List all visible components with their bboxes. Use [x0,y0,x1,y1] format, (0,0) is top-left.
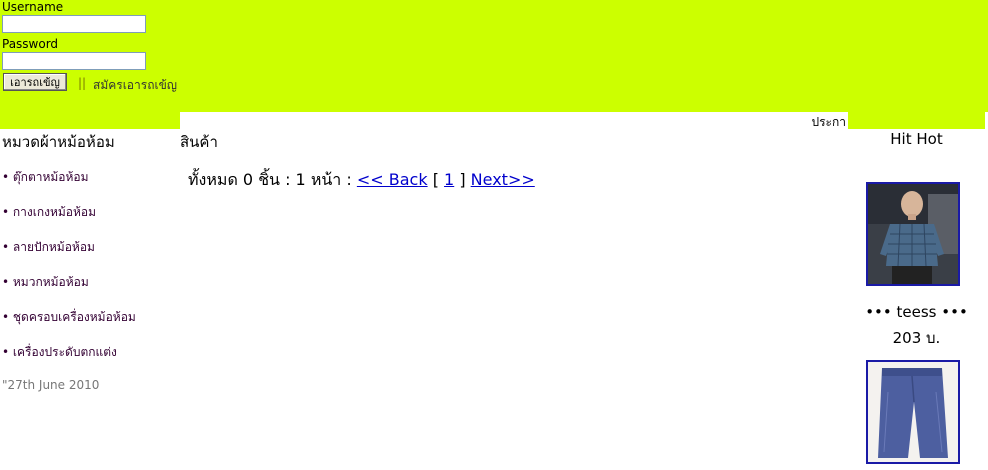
category-item[interactable]: • กางเกงหม้อห้อม [2,203,96,222]
separator: || [78,76,87,90]
page-link-1[interactable]: 1 [444,170,454,189]
hit-hot-thumbnail-shirt[interactable] [866,182,960,286]
back-link[interactable]: << Back [357,170,428,189]
login-panel: Username Password เอารถเข้ญ || สมัครเอาร… [0,0,988,112]
password-input[interactable] [2,52,146,70]
close-bracket: ] [459,170,466,189]
left-strip [0,112,180,129]
products-title: สินค้า [180,133,218,151]
category-item[interactable]: • ลายปักหม้อห้อม [2,238,95,257]
date-text: "27th June 2010 [2,378,100,392]
category-item[interactable]: • หมวกหม้อห้อม [2,273,89,292]
password-label: Password [2,37,59,51]
pants-photo [868,362,958,462]
register-link[interactable]: สมัครเอารถเข้ญ [93,76,177,95]
category-item[interactable]: • ตุ๊กตาหม้อห้อม [2,168,89,187]
username-input[interactable] [2,15,146,33]
login-button[interactable]: เอารถเข้ญ [3,73,67,91]
announcement-marquee: ประกา [811,115,846,129]
right-strip [848,112,985,129]
pagination: ทั้งหมด 0 ชิ้น : 1 หน้า : << Back [ 1 ] … [188,168,535,193]
category-item[interactable]: • เครื่องประดับตกแต่ง [2,343,117,362]
next-link[interactable]: Next>> [471,170,535,189]
announcement-bar: ประกา [180,112,848,129]
username-label: Username [2,0,64,14]
open-bracket: [ [432,170,439,189]
hit-hot-title: Hit Hot [890,130,943,148]
hit-hot-item-name[interactable]: ••• teess ••• [848,303,985,321]
hit-hot-thumbnail-pants[interactable] [866,360,960,464]
shirt-photo [868,184,958,284]
hit-hot-item-price: 203 บ. [892,329,941,347]
category-item[interactable]: • ชุดครอบเครื่องหม้อห้อม [2,308,136,327]
product-summary: ทั้งหมด 0 ชิ้น : 1 หน้า : [188,170,352,189]
category-title: หมวดผ้าหม้อห้อม [2,133,115,151]
